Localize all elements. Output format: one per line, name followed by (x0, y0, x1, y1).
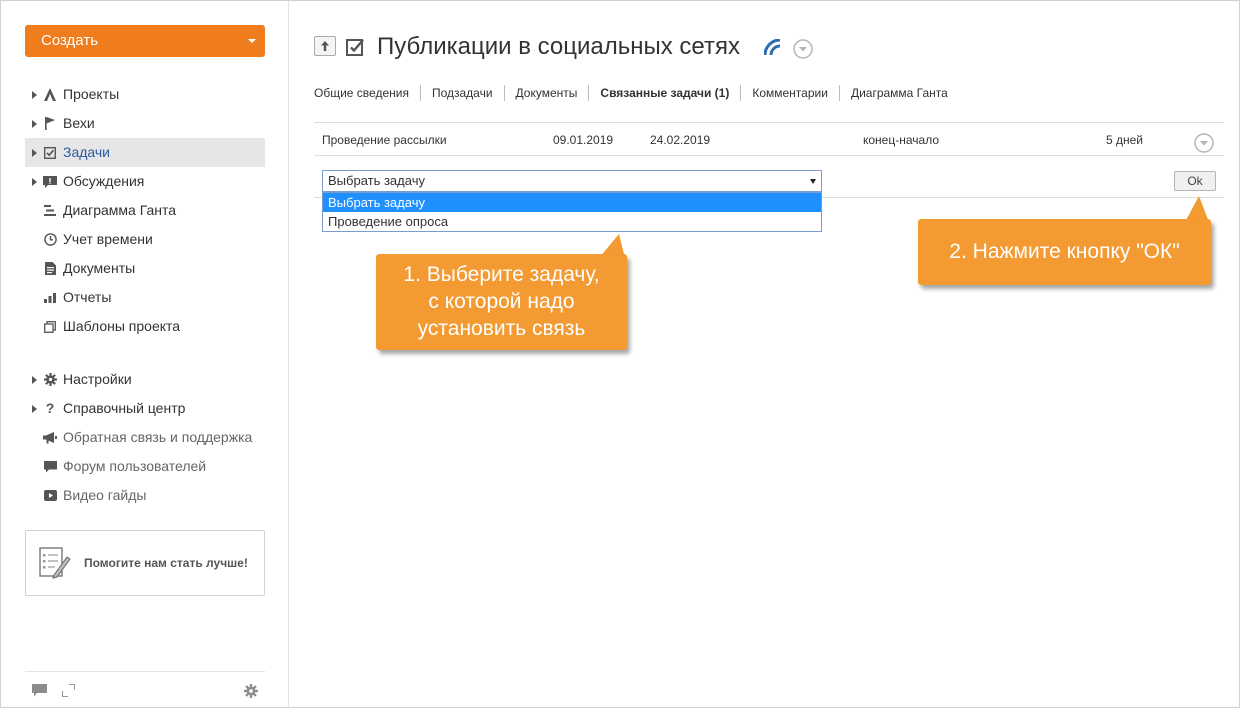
related-task-duration: 5 дней (1106, 133, 1144, 147)
related-task-start: 09.01.2019 (553, 133, 614, 147)
gear-icon (42, 365, 58, 396)
divider (25, 671, 265, 672)
sidebar-item-projects[interactable]: Проекты (25, 80, 265, 109)
sidebar-item-label: Обсуждения (63, 173, 145, 189)
task-tabs: Общие сведения Подзадачи Документы Связанны… (314, 84, 959, 102)
task-select[interactable]: Выбрать задачу (322, 170, 822, 192)
sidebar-item-label: Справочный центр (63, 400, 186, 416)
feedback-banner[interactable]: Помогите нам стать лучше! (25, 530, 265, 596)
sidebar-nav: Проекты Вехи Задачи Обсуждения Диаграмма… (25, 80, 265, 510)
sidebar-item-video-guides[interactable]: Видео гайды (25, 481, 265, 510)
forum-icon (42, 452, 58, 483)
survey-document-icon (38, 545, 72, 584)
chevron-down-icon (248, 39, 256, 43)
reports-icon (42, 283, 58, 313)
sidebar-item-label: Шаблоны проекта (63, 318, 181, 334)
expand-arrow-icon[interactable] (32, 376, 37, 384)
related-task-end: 24.02.2019 (650, 133, 711, 147)
dropdown-option[interactable]: Выбрать задачу (323, 193, 821, 212)
tab-gantt[interactable]: Диаграмма Ганта (838, 85, 959, 101)
sidebar-item-templates[interactable]: Шаблоны проекта (25, 312, 265, 341)
gantt-icon (42, 196, 58, 226)
ok-button[interactable]: Ok (1174, 171, 1216, 191)
sidebar-item-milestones[interactable]: Вехи (25, 109, 265, 138)
callout-line: с которой надо (428, 290, 575, 313)
sidebar: Создать Проекты Вехи Задачи Обсуждения Д… (1, 1, 289, 707)
sidebar-item-feedback[interactable]: Обратная связь и поддержка (25, 423, 265, 452)
projects-icon (42, 80, 58, 111)
feedback-banner-text: Помогите нам стать лучше! (84, 556, 248, 570)
tab-related-tasks[interactable]: Связанные задачи (1) (588, 85, 740, 101)
table-row: Проведение рассылки 09.01.2019 24.02.201… (314, 122, 1224, 156)
sidebar-item-label: Вехи (63, 115, 95, 131)
clock-icon (42, 225, 58, 256)
sidebar-item-label: Форум пользователей (63, 458, 207, 474)
dropdown-arrow-icon (810, 179, 816, 184)
sidebar-item-settings[interactable]: Настройки (25, 365, 265, 394)
expand-arrow-icon[interactable] (32, 120, 37, 128)
sidebar-item-discussions[interactable]: Обсуждения (25, 167, 265, 196)
video-icon (42, 481, 58, 511)
expand-arrow-icon[interactable] (32, 149, 37, 157)
tab-overview[interactable]: Общие сведения (314, 85, 420, 101)
sidebar-item-label: Учет времени (63, 231, 153, 247)
task-select-dropdown: Выбрать задачу Проведение опроса (322, 192, 822, 232)
documents-icon (42, 254, 58, 285)
chat-icon[interactable] (32, 684, 47, 702)
sidebar-item-forum[interactable]: Форум пользователей (25, 452, 265, 481)
sidebar-item-time-tracking[interactable]: Учет времени (25, 225, 265, 254)
expand-arrow-icon[interactable] (32, 91, 37, 99)
sidebar-item-help-center[interactable]: ? Справочный центр (25, 394, 265, 423)
sidebar-item-documents[interactable]: Документы (25, 254, 265, 283)
sidebar-item-label: Видео гайды (63, 487, 147, 503)
question-icon: ? (45, 400, 55, 416)
parent-task-up-button[interactable] (314, 36, 336, 56)
instruction-callout-step2: 2. Нажмите кнопку "ОК" (918, 219, 1211, 285)
rss-status-icon (763, 38, 782, 60)
megaphone-icon (42, 423, 58, 454)
sidebar-item-label: Обратная связь и поддержка (63, 429, 253, 445)
sidebar-item-label: Документы (63, 260, 136, 276)
sidebar-item-label: Настройки (63, 371, 132, 387)
discussions-icon (42, 167, 58, 198)
page-title: Публикации в социальных сетях (377, 33, 740, 60)
sidebar-item-label: Проекты (63, 86, 120, 102)
callout-line: установить связь (417, 317, 586, 340)
create-button-label: Создать (41, 32, 99, 49)
expand-icon[interactable] (61, 683, 76, 702)
create-button[interactable]: Создать (25, 25, 265, 57)
related-task-name[interactable]: Проведение рассылки (322, 133, 447, 147)
tasks-checkbox-icon (42, 138, 58, 169)
templates-icon (42, 312, 58, 343)
sidebar-item-gantt[interactable]: Диаграмма Ганта (25, 196, 265, 225)
instruction-callout-step1: 1. Выберите задачу, с которой надо устан… (376, 254, 627, 350)
tab-documents[interactable]: Документы (503, 85, 589, 101)
sidebar-item-label: Отчеты (63, 289, 112, 305)
milestone-flag-icon (42, 109, 58, 140)
row-menu-icon[interactable] (1194, 133, 1214, 156)
task-select-value: Выбрать задачу (328, 173, 425, 188)
related-task-link-type: конец-начало (863, 133, 940, 147)
tab-comments[interactable]: Комментарии (740, 85, 839, 101)
expand-arrow-icon[interactable] (32, 178, 37, 186)
settings-gear-icon[interactable] (244, 684, 258, 703)
callout-line: 1. Выберите задачу, (403, 263, 600, 286)
sidebar-item-label: Задачи (63, 144, 111, 160)
expand-arrow-icon[interactable] (32, 405, 37, 413)
task-checkbox-icon (346, 38, 365, 61)
tab-subtasks[interactable]: Подзадачи (419, 85, 504, 101)
title-menu-icon[interactable] (793, 39, 813, 64)
up-arrow-icon (321, 41, 329, 51)
sidebar-item-label: Диаграмма Ганта (63, 202, 177, 218)
sidebar-item-tasks[interactable]: Задачи (25, 138, 265, 167)
sidebar-item-reports[interactable]: Отчеты (25, 283, 265, 312)
dropdown-option[interactable]: Проведение опроса (323, 212, 821, 231)
